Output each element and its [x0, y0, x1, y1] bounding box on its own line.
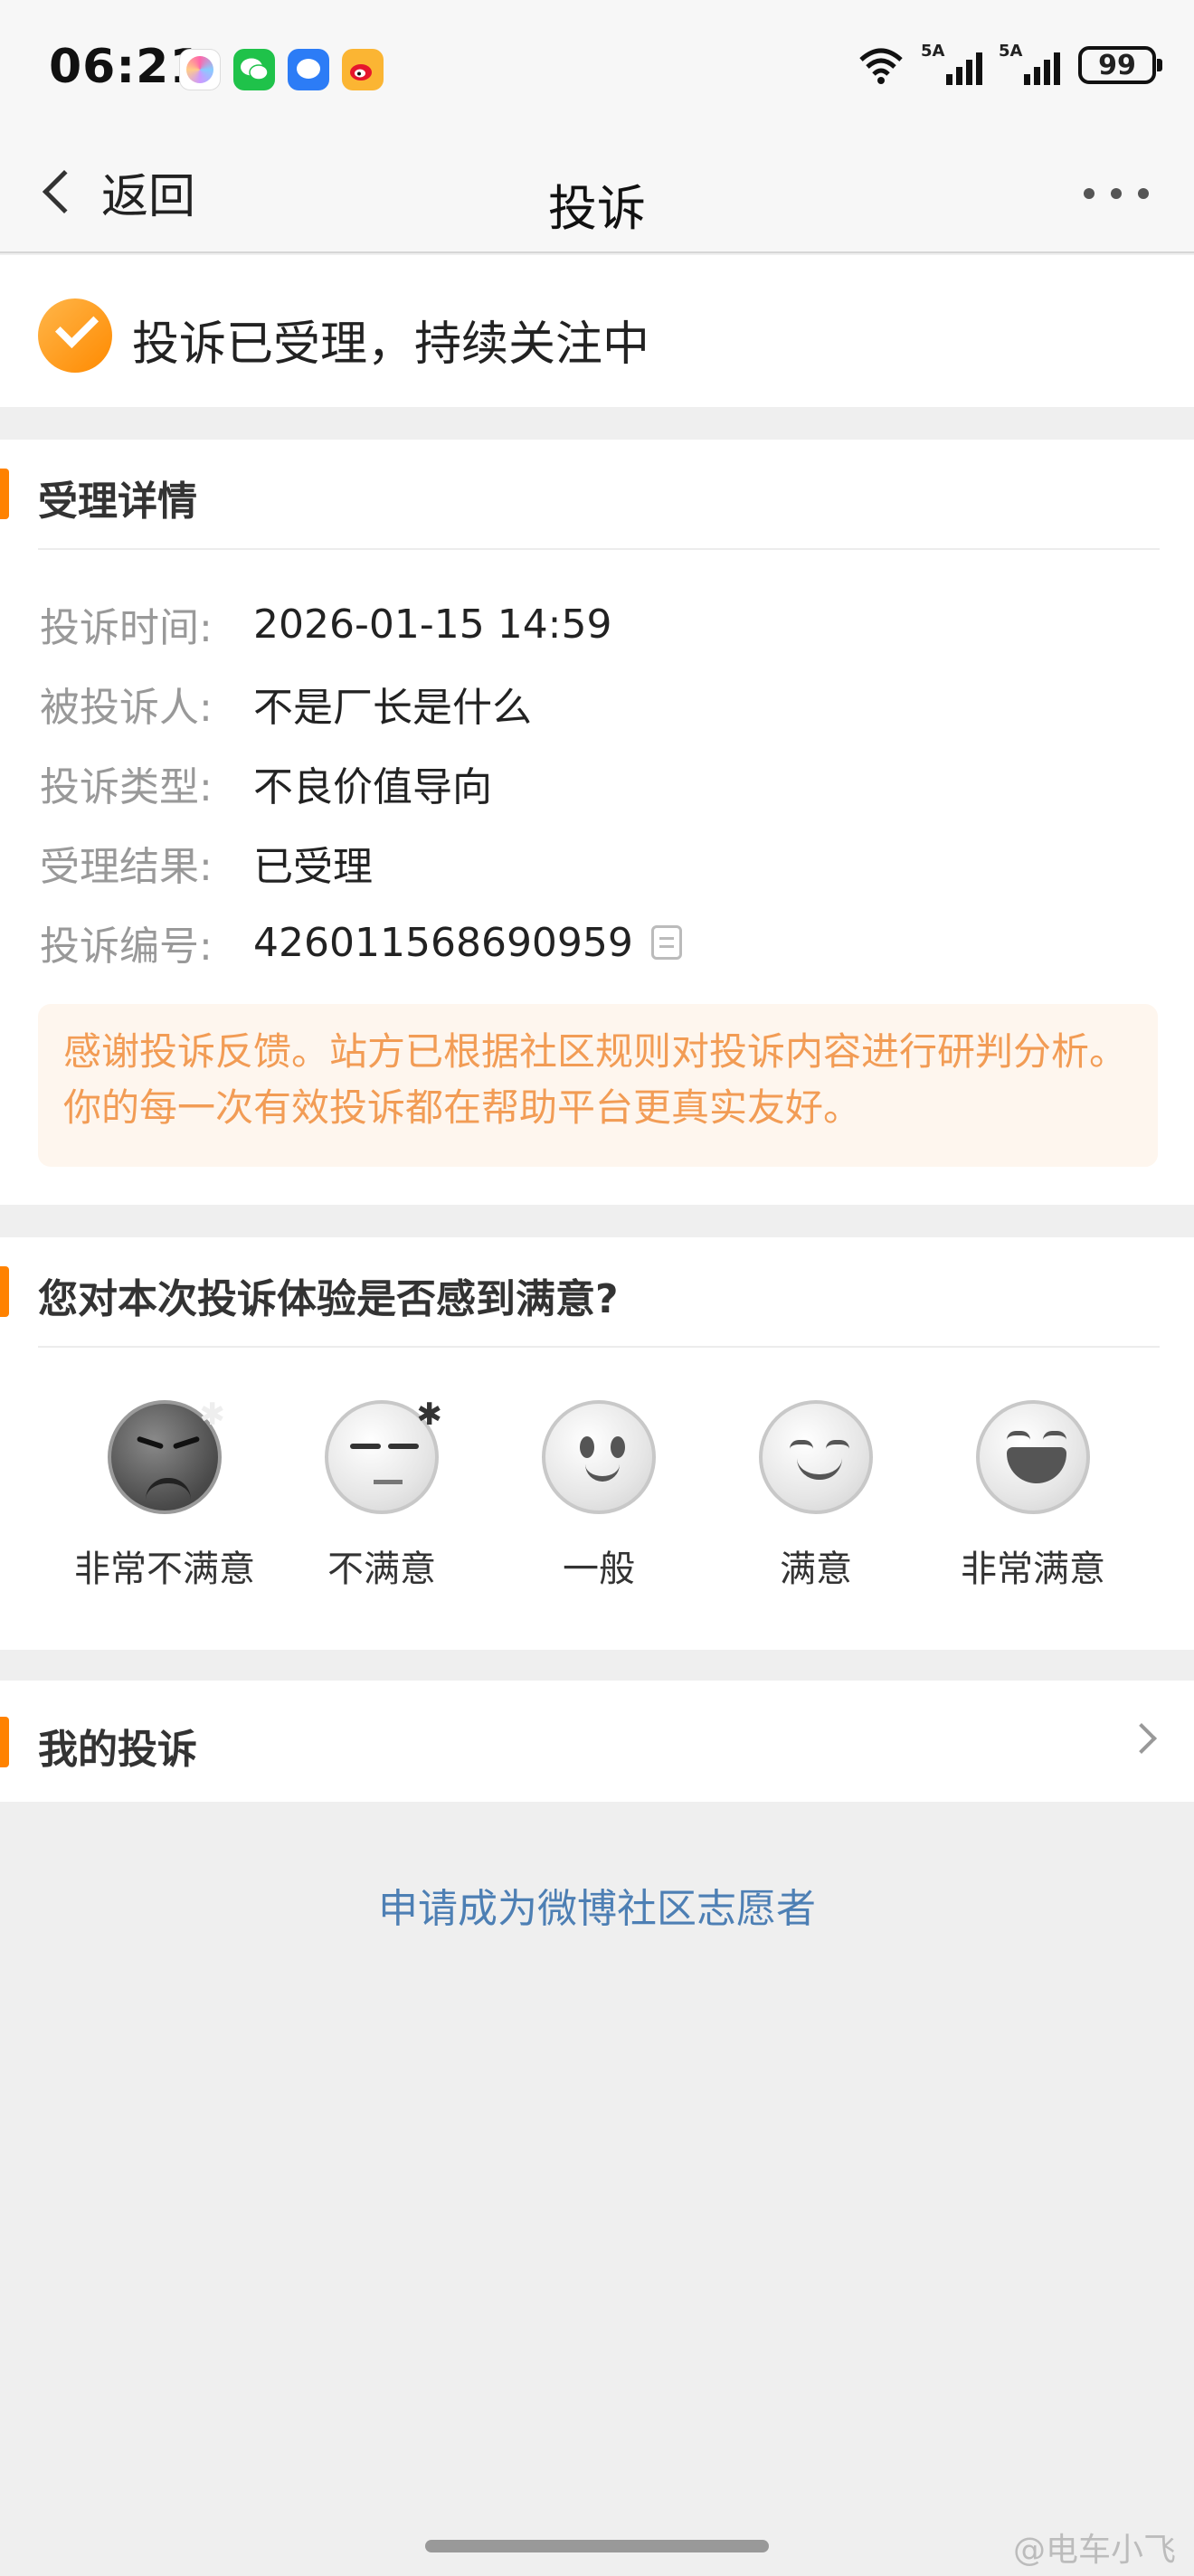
check-circle-icon: [38, 298, 112, 373]
nav-bar: 返回 投诉: [0, 136, 1194, 253]
rating-label: 非常不满意: [74, 1548, 255, 1590]
home-indicator[interactable]: [425, 2540, 769, 2552]
signal-tag: 5A: [921, 42, 945, 61]
rating-dissatisfied[interactable]: ✱ 不满意: [273, 1397, 490, 1592]
section-title: 受理详情: [38, 478, 197, 525]
section-accent-bar: [0, 1717, 9, 1767]
row-value: 不良价值导向: [253, 764, 492, 810]
angry-face-icon: ✱: [108, 1397, 225, 1514]
signal-tag: 5A: [999, 42, 1023, 61]
my-complaints-label: 我的投诉: [38, 1727, 197, 1773]
status-indicators: 5A 5A 99: [858, 42, 1162, 85]
assistant-app-icon: [179, 49, 221, 90]
battery-icon: 99: [1078, 46, 1162, 84]
rating-satisfied[interactable]: 满意: [707, 1400, 924, 1592]
section-title: 您对本次投诉体验是否感到满意?: [38, 1276, 619, 1322]
rating-label: 非常满意: [961, 1548, 1105, 1590]
section-accent-bar: [0, 1266, 9, 1317]
details-card: 受理详情 投诉时间: 2026-01-15 14:59 被投诉人: 不是厂长是什…: [0, 440, 1194, 1205]
notice-box: 感谢投诉反馈。站方已根据社区规则对投诉内容进行研判分析。你的每一次有效投诉都在帮…: [38, 1004, 1158, 1167]
row-label: 投诉编号:: [40, 923, 213, 970]
cellular-signal-icon: 5A: [921, 42, 982, 85]
divider: [38, 1346, 1160, 1348]
detail-row-result: 受理结果: 已受理: [40, 823, 682, 903]
row-label: 投诉类型:: [40, 764, 213, 810]
detail-row-target: 被投诉人: 不是厂长是什么: [40, 664, 682, 743]
rating-label: 满意: [780, 1548, 852, 1590]
rating-label: 不满意: [327, 1548, 436, 1590]
more-dots-icon[interactable]: [1084, 188, 1149, 199]
battery-level: 99: [1098, 49, 1136, 81]
details-header: 受理详情: [0, 440, 1194, 550]
row-value: 已受理: [253, 844, 373, 890]
row-label: 投诉时间:: [40, 605, 213, 651]
watermark: @电车小飞: [1012, 2532, 1176, 2569]
rating-label: 一般: [563, 1548, 635, 1590]
volunteer-link[interactable]: 申请成为微博社区志愿者: [0, 1876, 1194, 1934]
wifi-icon: [859, 48, 903, 84]
divider: [38, 548, 1160, 550]
my-complaints-row[interactable]: 我的投诉: [0, 1681, 1194, 1802]
neutral-face-icon: [542, 1400, 656, 1514]
wechat-icon: [233, 49, 275, 90]
smiling-face-icon: [759, 1400, 873, 1514]
detail-row-type: 投诉类型: 不良价值导向: [40, 743, 682, 823]
detail-row-time: 投诉时间: 2026-01-15 14:59: [40, 584, 682, 664]
row-label: 受理结果:: [40, 844, 213, 890]
row-value: 426011568690959: [253, 919, 633, 966]
section-accent-bar: [0, 469, 9, 519]
status-text: 投诉已受理，持续关注中: [132, 317, 650, 372]
row-label: 被投诉人:: [40, 685, 213, 731]
notification-app-icons: [179, 49, 384, 90]
status-bar: 06:21 5A 5A 99: [0, 0, 1194, 136]
cellular-signal-icon: 5A: [999, 42, 1060, 85]
laughing-face-icon: [976, 1400, 1090, 1514]
rating-very-dissatisfied[interactable]: ✱ 非常不满意: [56, 1397, 273, 1592]
rating-neutral[interactable]: 一般: [490, 1400, 707, 1592]
complaint-status-banner: 投诉已受理，持续关注中: [0, 255, 1194, 407]
copy-icon[interactable]: [650, 925, 682, 960]
detail-row-number: 投诉编号: 426011568690959: [40, 903, 682, 982]
weibo-icon: [342, 49, 384, 90]
messages-icon: [288, 49, 329, 90]
annoyed-face-icon: ✱: [325, 1397, 442, 1514]
satisfaction-card: 您对本次投诉体验是否感到满意? ✱ 非常不满意 ✱ 不满意 一般 满意 非常满意: [0, 1237, 1194, 1650]
row-value: 不是厂长是什么: [253, 685, 532, 731]
detail-rows: 投诉时间: 2026-01-15 14:59 被投诉人: 不是厂长是什么 投诉类…: [40, 584, 682, 982]
row-value: 2026-01-15 14:59: [253, 601, 612, 648]
page-title: 投诉: [548, 180, 646, 237]
rating-very-satisfied[interactable]: 非常满意: [924, 1400, 1142, 1592]
chevron-right-icon: [1126, 1723, 1157, 1754]
satisfaction-header: 您对本次投诉体验是否感到满意?: [0, 1237, 1194, 1348]
